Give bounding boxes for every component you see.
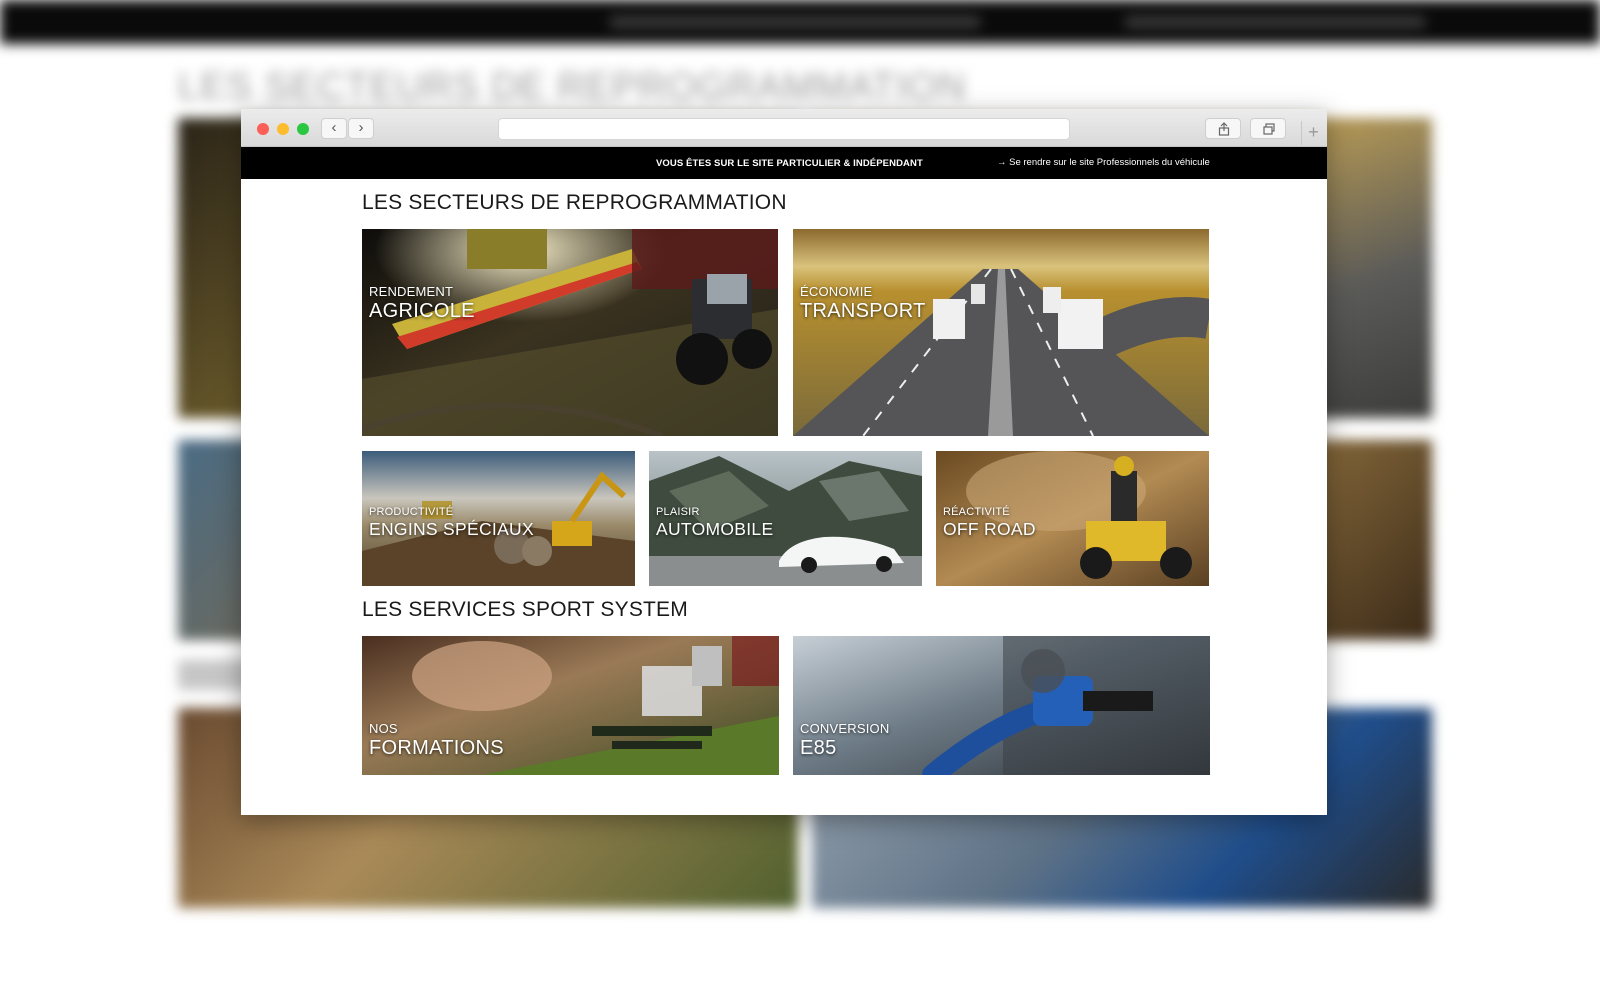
tabs-icon[interactable]: [1250, 118, 1286, 139]
site-top-bar: VOUS ÊTES SUR LE SITE PARTICULIER & INDÉ…: [241, 147, 1327, 179]
background-topbar-text: [610, 16, 980, 28]
service-name: E85: [800, 737, 837, 759]
transport-photo: [793, 229, 1209, 436]
sector-caption: RENDEMENT AGRICOLE: [369, 284, 475, 323]
service-caption: CONVERSION E85: [800, 721, 889, 760]
chevron-right-icon[interactable]: ›: [348, 118, 374, 139]
service-name: FORMATIONS: [369, 737, 504, 759]
sector-tile-engins-speciaux[interactable]: PRODUCTIVITÉ ENGINS SPÉCIAUX: [362, 451, 635, 586]
sector-caption: PRODUCTIVITÉ ENGINS SPÉCIAUX: [369, 506, 534, 540]
background-title: LES SECTEURS DE REPROGRAMMATION: [178, 66, 967, 108]
sector-kicker: RENDEMENT: [369, 284, 454, 299]
maximize-window-button[interactable]: [297, 123, 309, 135]
close-window-button[interactable]: [257, 123, 269, 135]
sector-tile-transport[interactable]: ÉCONOMIE TRANSPORT: [793, 229, 1209, 436]
sector-name: ENGINS SPÉCIAUX: [369, 519, 534, 539]
services-title: LES SERVICES SPORT SYSTEM: [362, 598, 688, 621]
share-icon[interactable]: [1205, 118, 1241, 139]
sector-caption: ÉCONOMIE TRANSPORT: [800, 284, 926, 323]
background-topbar-link: [1125, 16, 1425, 28]
service-kicker: NOS: [369, 721, 398, 736]
sector-kicker: PRODUCTIVITÉ: [369, 506, 454, 518]
sector-tile-agricole[interactable]: RENDEMENT AGRICOLE: [362, 229, 778, 436]
sector-caption: PLAISIR AUTOMOBILE: [656, 506, 773, 540]
service-caption: NOS FORMATIONS: [369, 721, 504, 760]
sector-tile-off-road[interactable]: RÉACTIVITÉ OFF ROAD: [936, 451, 1209, 586]
service-tile-formations[interactable]: NOS FORMATIONS: [362, 636, 779, 775]
sector-caption: RÉACTIVITÉ OFF ROAD: [943, 506, 1036, 540]
sector-name: OFF ROAD: [943, 519, 1036, 539]
browser-window: ‹ › + VOUS ÊTES SUR LE SITE PARTICULIER …: [241, 109, 1327, 815]
plus-icon[interactable]: +: [1301, 121, 1325, 145]
sector-name: TRANSPORT: [800, 300, 926, 322]
browser-toolbar: ‹ › +: [241, 109, 1327, 147]
sector-kicker: PLAISIR: [656, 506, 700, 518]
background-topbar: [0, 0, 1600, 44]
sector-tile-automobile[interactable]: PLAISIR AUTOMOBILE: [649, 451, 922, 586]
sectors-title: LES SECTEURS DE REPROGRAMMATION: [362, 191, 787, 214]
service-tile-e85[interactable]: CONVERSION E85: [793, 636, 1210, 775]
address-bar[interactable]: [498, 118, 1070, 140]
sector-name: AUTOMOBILE: [656, 519, 774, 539]
sector-kicker: RÉACTIVITÉ: [943, 506, 1010, 518]
sector-kicker: ÉCONOMIE: [800, 284, 873, 299]
minimize-window-button[interactable]: [277, 123, 289, 135]
sector-name: AGRICOLE: [369, 300, 475, 322]
service-kicker: CONVERSION: [800, 721, 890, 736]
professional-site-link[interactable]: → Se rendre sur le site Professionnels d…: [997, 157, 1210, 168]
chevron-left-icon[interactable]: ‹: [321, 118, 347, 139]
site-type-message: VOUS ÊTES SUR LE SITE PARTICULIER & INDÉ…: [656, 158, 923, 169]
agricole-photo: [362, 229, 778, 436]
